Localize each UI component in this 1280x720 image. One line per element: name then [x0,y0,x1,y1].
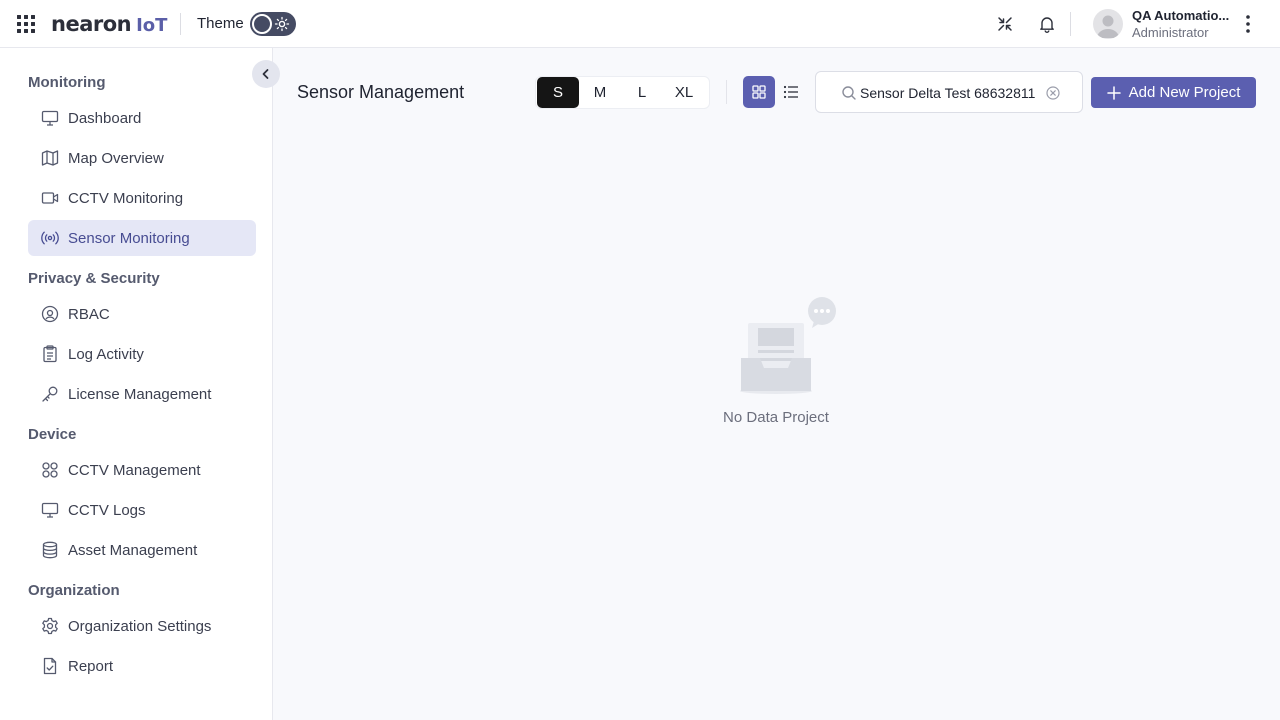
sidebar-item-rbac[interactable]: RBAC [28,296,256,332]
toggle-knob [252,14,272,34]
sidebar-item-dashboard[interactable]: Dashboard [28,100,256,136]
logo-suffix: IoT [136,15,168,36]
size-button-s[interactable]: S [537,77,579,108]
search-box [815,71,1083,113]
user-role: Administrator [1132,25,1209,40]
sidebar-item-label: Report [68,657,114,675]
key-icon [40,384,60,404]
sidebar-item-log-activity[interactable]: Log Activity [28,336,256,372]
monitor-icon [40,500,60,520]
kebab-menu-icon[interactable] [1238,12,1258,36]
section-privacy-security: Privacy & Security [28,270,160,287]
toolbar-divider [726,80,727,104]
video-icon [40,188,60,208]
size-button-m[interactable]: M [579,77,621,108]
list-view-icon [783,85,798,99]
search-input[interactable] [860,82,1044,104]
file-check-icon [40,656,60,676]
sidebar-item-report[interactable]: Report [28,648,256,684]
map-icon [40,148,60,168]
logo-brand: nearon [51,12,132,36]
collapse-arrows-icon[interactable] [993,12,1017,36]
theme-label: Theme [197,15,244,32]
empty-state-illustration [716,296,840,396]
clipboard-icon [40,344,60,364]
add-new-project-label: Add New Project [1128,84,1241,101]
sun-icon [274,16,290,32]
sidebar-item-cctv-monitoring[interactable]: CCTV Monitoring [28,180,256,216]
search-icon [841,85,857,101]
theme-toggle[interactable] [250,12,296,36]
empty-state-text: No Data Project [723,409,829,426]
gear-icon [40,616,60,636]
sidebar-item-label: CCTV Management [68,461,201,479]
sidebar-item-cctv-logs[interactable]: CCTV Logs [28,492,256,528]
sidebar-item-label: CCTV Monitoring [68,189,184,207]
user-name[interactable]: QA Automatio... [1132,8,1232,23]
sidebar-item-asset-management[interactable]: Asset Management [28,532,256,568]
section-monitoring: Monitoring [28,74,106,91]
size-button-l[interactable]: L [621,77,663,108]
grid-view-button[interactable] [743,76,775,108]
grid-icon [40,460,60,480]
plus-icon [1106,85,1121,100]
avatar[interactable] [1093,9,1123,39]
sidebar-item-label: Dashboard [68,109,142,127]
sidebar-item-label: Organization Settings [68,617,212,635]
sidebar-collapse-button[interactable] [252,60,280,88]
sidebar-item-label: CCTV Logs [68,501,146,519]
size-button-xl[interactable]: XL [663,77,705,108]
clear-search-icon[interactable] [1046,86,1060,100]
broadcast-icon [40,228,60,248]
add-new-project-button[interactable]: Add New Project [1091,77,1256,108]
database-icon [40,540,60,560]
top-header: nearon IoT Theme QA Automatio... Adminis… [0,0,1280,48]
section-device: Device [28,426,77,443]
card-size-selector: S M L XL [535,76,710,109]
rbac-icon [40,304,60,324]
app-logo[interactable]: nearon IoT [51,9,167,39]
list-view-button[interactable] [779,76,803,108]
sidebar-item-license-management[interactable]: License Management [28,376,256,412]
header-divider [180,13,181,35]
header-divider [1070,12,1071,36]
page-title: Sensor Management [297,82,465,102]
apps-grid-icon[interactable] [16,14,36,34]
sidebar-item-label: Map Overview [68,149,164,167]
chevron-left-icon [262,69,269,79]
sidebar-item-label: Sensor Monitoring [68,229,190,247]
sidebar-item-sensor-monitoring[interactable]: Sensor Monitoring [28,220,256,256]
section-organization: Organization [28,582,120,599]
sidebar-item-map-overview[interactable]: Map Overview [28,140,256,176]
sidebar-item-label: Asset Management [68,541,198,559]
sidebar-item-organization-settings[interactable]: Organization Settings [28,608,256,644]
bell-icon[interactable] [1035,12,1059,36]
grid-view-icon [752,85,766,99]
monitor-icon [40,108,60,128]
sidebar-item-label: License Management [68,385,212,403]
sidebar-item-label: Log Activity [68,345,144,363]
sidebar-item-label: RBAC [68,305,110,323]
sidebar-item-cctv-management[interactable]: CCTV Management [28,452,256,488]
